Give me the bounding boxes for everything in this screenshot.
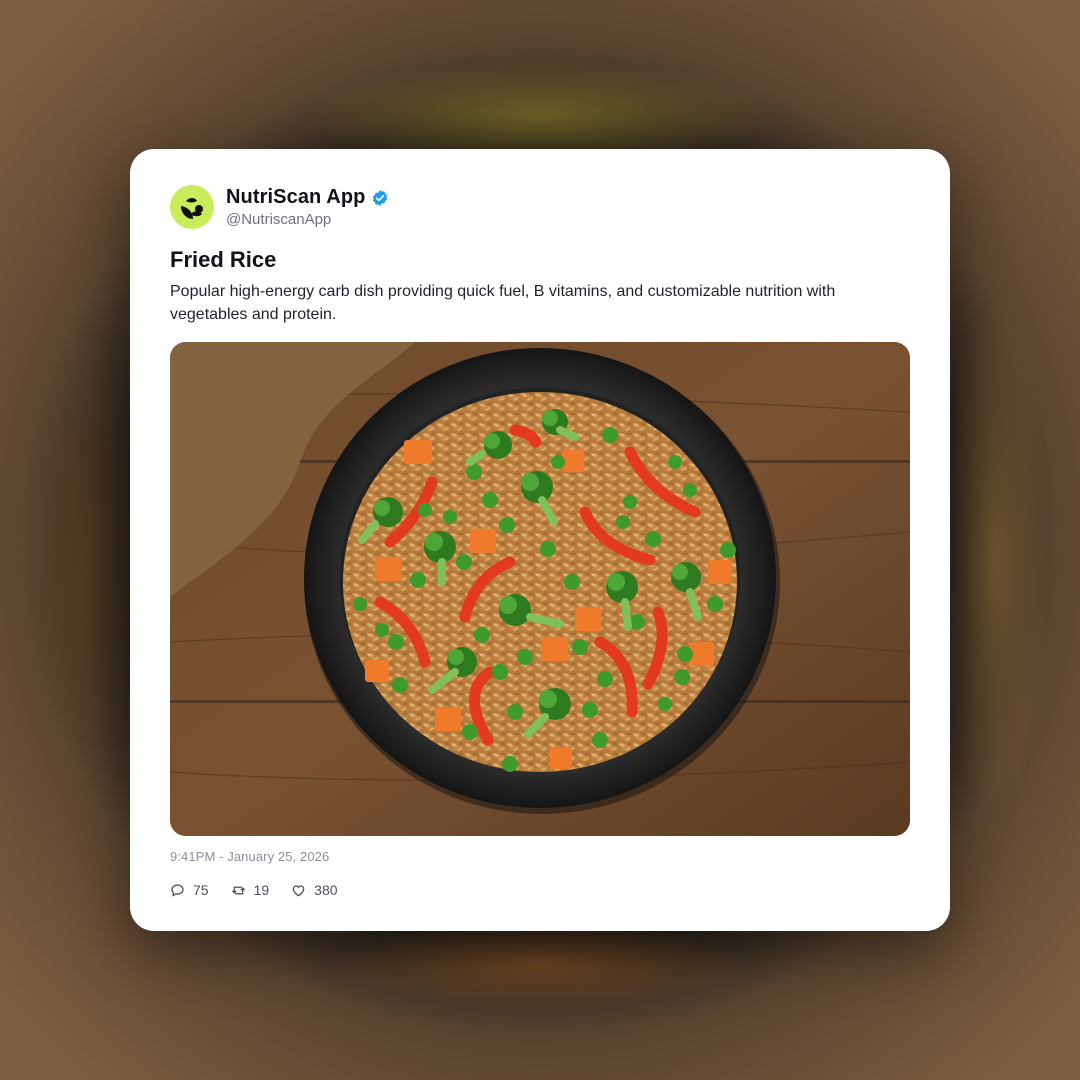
- verified-badge-icon: [373, 189, 388, 206]
- repost-count: 19: [253, 882, 270, 898]
- repost-icon: [231, 886, 245, 894]
- post-header: NutriScan App @NutriscanApp: [170, 185, 389, 229]
- author-name-row: NutriScan App: [226, 186, 389, 210]
- like-count: 380: [314, 882, 338, 898]
- background-glow: [940, 300, 1050, 820]
- author-handle[interactable]: @NutriscanApp: [226, 211, 389, 229]
- avatar[interactable]: [170, 185, 214, 229]
- comment-icon: [171, 883, 184, 896]
- background-glow: [30, 330, 140, 810]
- background-glow: [330, 920, 750, 1010]
- post-body: Popular high-energy carb dish providing …: [170, 283, 836, 323]
- post-title: Fried Rice: [170, 247, 277, 272]
- post-actions: 75 19 380: [170, 880, 360, 900]
- heart-icon: [292, 884, 305, 896]
- repost-button[interactable]: 19: [231, 882, 270, 898]
- post-image[interactable]: [170, 342, 910, 836]
- reply-count: 75: [193, 882, 209, 898]
- like-button[interactable]: 380: [291, 882, 338, 898]
- author-display-name[interactable]: NutriScan App: [226, 186, 365, 209]
- author-info: NutriScan App @NutriscanApp: [226, 186, 389, 229]
- reply-button[interactable]: 75: [170, 882, 209, 898]
- fried-rice-photo: [170, 342, 910, 836]
- post-card: NutriScan App @NutriscanApp Fried Rice P…: [130, 149, 950, 931]
- nutriscan-logo-icon: [181, 198, 203, 219]
- post-timestamp[interactable]: 9:41PM - January 25, 2026: [170, 849, 329, 864]
